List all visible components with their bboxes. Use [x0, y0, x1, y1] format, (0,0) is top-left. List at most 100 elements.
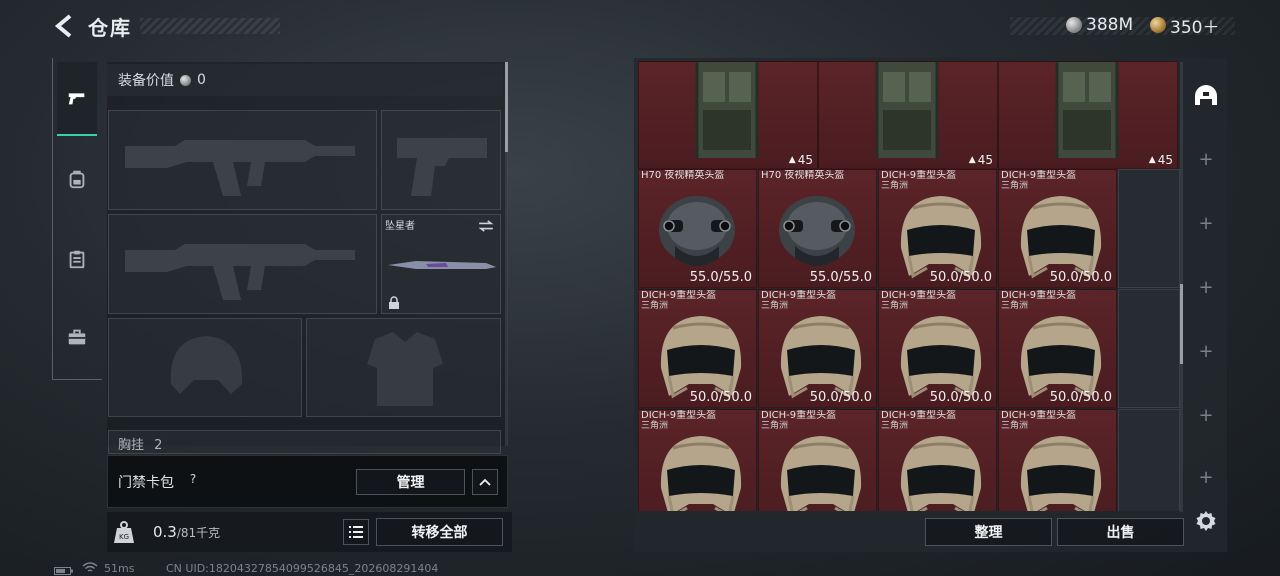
chest-rig-image [689, 62, 765, 162]
backpack-icon [69, 170, 85, 189]
stash-item-chest-rig[interactable]: ▲ 45 [998, 61, 1178, 169]
silver-coin-icon [180, 74, 191, 86]
item-name: DICH-9重型头盔 [1001, 410, 1077, 421]
item-name: H70 夜视精英头盔 [641, 170, 725, 181]
armor-slot[interactable] [306, 318, 501, 417]
capacity-value: 45 [797, 153, 813, 167]
item-capacity: ▲ 45 [1149, 153, 1173, 167]
weight-current: 0.3 [153, 523, 177, 541]
swap-icon[interactable] [477, 220, 495, 232]
stash-tab-add-3[interactable]: + [1190, 256, 1222, 318]
stash-empty-slot[interactable] [1118, 409, 1180, 511]
item-name: H70 夜视精英头盔 [761, 170, 845, 181]
gold-coin-icon [1150, 17, 1166, 33]
plus-icon: + [1198, 276, 1214, 298]
stash-item-chest-rig[interactable]: ▲ 45 [638, 61, 818, 169]
stash-item-helmet[interactable]: DICH-9重型头盔 三角洲 50.0/50.0 [758, 289, 877, 408]
melee-slot[interactable]: 坠星者 [381, 214, 501, 314]
stash-item-chest-rig[interactable]: ▲ 45 [818, 61, 998, 169]
stash-tab-add-5[interactable]: + [1190, 384, 1222, 446]
item-durability: 50.0/50.0 [929, 270, 992, 285]
chest-rig-label: 胸挂 2 [118, 434, 162, 453]
rifle-silhouette-icon [125, 244, 355, 300]
silver-currency[interactable]: 388M [1066, 14, 1133, 36]
plus-icon: + [1198, 212, 1214, 234]
gold-amount: 350＋ [1170, 17, 1220, 38]
pistol-slot[interactable] [381, 110, 501, 210]
stash-item-helmet[interactable]: DICH-9重型头盔 三角洲 [878, 409, 997, 511]
tab-backpack[interactable] [57, 142, 97, 216]
silver-coin-icon [1066, 17, 1082, 33]
manage-button[interactable]: 管理 [356, 469, 465, 495]
stash-scroll-thumb[interactable] [1180, 284, 1183, 364]
item-name: DICH-9重型头盔 [1001, 290, 1077, 301]
backpack-capacity-icon: ▲ [788, 155, 796, 165]
equipment-scroll-thumb[interactable] [505, 62, 508, 152]
item-durability: 50.0/50.0 [1049, 390, 1112, 405]
item-capacity: ▲ 45 [969, 153, 993, 167]
stash-tab-add-6[interactable]: + [1190, 446, 1222, 508]
list-view-button[interactable] [343, 519, 369, 545]
item-durability: 50.0/50.0 [689, 390, 752, 405]
stash-item-helmet[interactable]: H70 夜视精英头盔 55.0/55.0 [638, 169, 757, 288]
tab-clipboard[interactable] [57, 222, 97, 296]
equipment-value-bar: 装备价值 0 [107, 64, 503, 96]
stash-tab-add-4[interactable]: + [1190, 320, 1222, 382]
tab-toolbox[interactable] [57, 300, 97, 374]
heavy-helmet-image [653, 430, 749, 511]
chest-rig-slot[interactable] [108, 430, 501, 454]
page-title: 仓库 [88, 16, 132, 40]
stash-item-helmet[interactable]: DICH-9重型头盔 三角洲 50.0/50.0 [998, 289, 1117, 408]
rifle-silhouette-icon [125, 140, 355, 196]
helmet-slot[interactable] [108, 318, 302, 417]
stash-empty-slot[interactable] [1118, 289, 1180, 408]
stash-empty-slot[interactable] [1118, 169, 1180, 288]
stash-item-helmet[interactable]: DICH-9重型头盔 三角洲 50.0/50.0 [878, 289, 997, 408]
pistol-icon [68, 93, 85, 105]
help-icon[interactable]: ? [185, 472, 201, 488]
wifi-icon [82, 562, 98, 576]
item-name: DICH-9重型头盔 [761, 410, 837, 421]
chest-rig-image [869, 62, 945, 162]
lock-icon [389, 296, 399, 309]
helmet-filter-button[interactable] [1190, 66, 1222, 128]
item-durability: 50.0/50.0 [809, 390, 872, 405]
settings-button[interactable] [1194, 509, 1220, 535]
secondary-weapon-slot[interactable] [108, 214, 377, 314]
tab-weapons[interactable] [57, 62, 97, 136]
access-card-label: 门禁卡包 [118, 475, 174, 491]
stash-tab-add-2[interactable]: + [1190, 192, 1222, 254]
stash-item-helmet[interactable]: DICH-9重型头盔 三角洲 [998, 409, 1117, 511]
stash-item-helmet[interactable]: DICH-9重型头盔 三角洲 50.0/50.0 [878, 169, 997, 288]
item-durability: 50.0/50.0 [929, 390, 992, 405]
item-name: DICH-9重型头盔 [641, 410, 717, 421]
transfer-all-button[interactable]: 转移全部 [376, 518, 503, 546]
capacity-value: 45 [977, 153, 993, 167]
list-icon [349, 526, 363, 538]
gold-currency[interactable]: 350＋ [1150, 14, 1220, 38]
backpack-capacity-icon: ▲ [968, 155, 976, 165]
sell-button[interactable]: 出售 [1057, 518, 1184, 546]
item-name: DICH-9重型头盔 [881, 290, 957, 301]
plus-icon: + [1198, 148, 1214, 170]
stash-item-helmet[interactable]: DICH-9重型头盔 三角洲 50.0/50.0 [998, 169, 1117, 288]
stash-item-helmet[interactable]: DICH-9重型头盔 三角洲 [758, 409, 877, 511]
chevron-up-icon [479, 478, 491, 486]
knife-icon [388, 261, 496, 269]
collapse-button[interactable] [472, 469, 498, 495]
back-button[interactable] [52, 12, 78, 40]
night-vision-helmet-image [769, 186, 865, 280]
stash-item-helmet[interactable]: H70 夜视精英头盔 55.0/55.0 [758, 169, 877, 288]
stash-item-helmet[interactable]: DICH-9重型头盔 三角洲 [638, 409, 757, 511]
chevron-left-icon [54, 14, 72, 38]
item-name: DICH-9重型头盔 [881, 410, 957, 421]
sort-button[interactable]: 整理 [925, 518, 1052, 546]
item-name: DICH-9重型头盔 [761, 290, 837, 301]
stash-item-helmet[interactable]: DICH-9重型头盔 三角洲 50.0/50.0 [638, 289, 757, 408]
svg-text:KG: KG [119, 533, 129, 541]
item-name: DICH-9重型头盔 [1001, 170, 1077, 181]
stash-tab-add-1[interactable]: + [1190, 128, 1222, 190]
primary-weapon-slot[interactable] [108, 110, 377, 210]
backpack-capacity-icon: ▲ [1148, 155, 1156, 165]
weight-value: 0.3/81千克 [153, 523, 220, 541]
